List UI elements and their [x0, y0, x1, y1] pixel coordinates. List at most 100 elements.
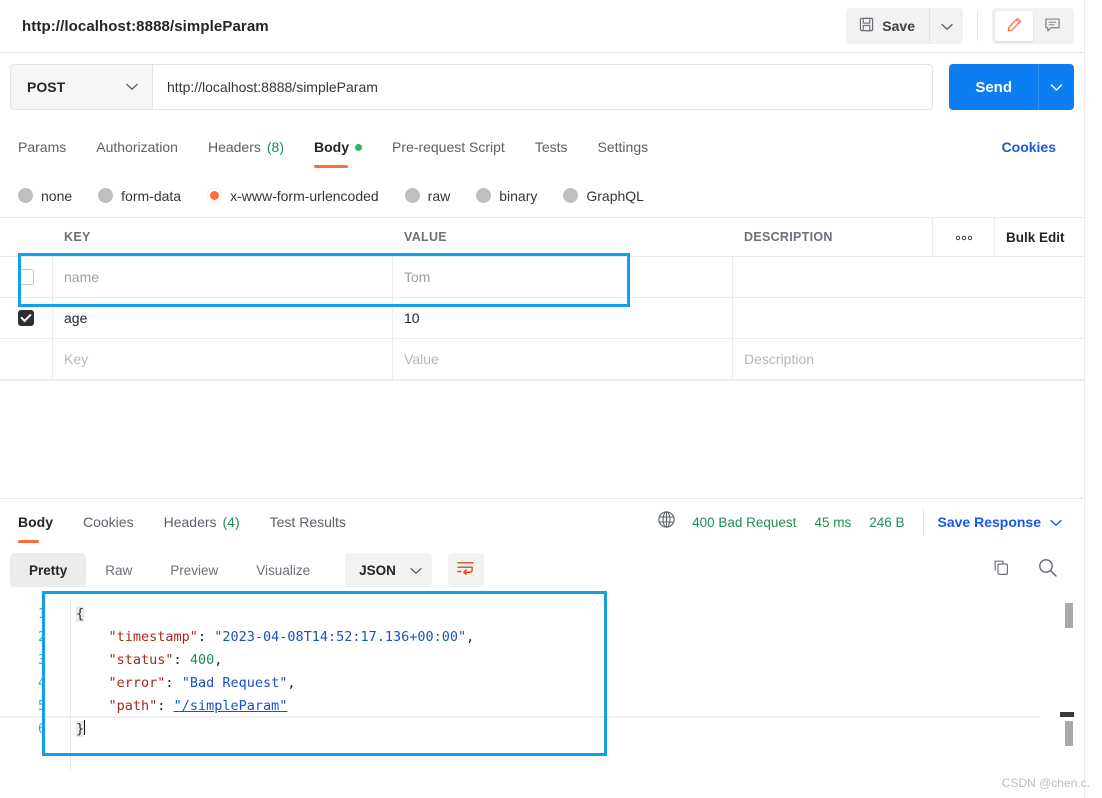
response-tab-test-results[interactable]: Test Results	[270, 501, 346, 543]
body-type-raw[interactable]: raw	[404, 188, 450, 204]
search-button[interactable]	[1037, 557, 1058, 583]
postman-window: http://localhost:8888/simpleParam Save P…	[0, 0, 1102, 798]
response-tab-body[interactable]: Body	[18, 501, 53, 543]
view-tab-pretty[interactable]: Pretty	[10, 553, 87, 587]
right-rail	[1084, 0, 1102, 798]
response-tab-headers[interactable]: Headers (4)	[164, 501, 240, 543]
new-row-value-cell[interactable]: Value	[393, 339, 733, 379]
tab-pre-request-script[interactable]: Pre-request Script	[392, 126, 505, 168]
tab-headers-count: (8)	[266, 139, 284, 155]
tab-settings-label: Settings	[597, 139, 649, 155]
column-header-value: VALUE	[404, 230, 447, 244]
body-type-binary[interactable]: binary	[476, 188, 537, 204]
send-button[interactable]: Send	[949, 64, 1038, 110]
json-separator: :	[165, 675, 182, 691]
tab-body-label: Body	[314, 139, 349, 155]
json-value-string: "Bad Request"	[181, 675, 288, 691]
body-type-form-data[interactable]: form-data	[98, 188, 181, 204]
titlebar-actions: Save	[846, 8, 1074, 44]
copy-button[interactable]	[991, 558, 1011, 583]
comment-button[interactable]	[1033, 11, 1071, 41]
row-description-cell[interactable]	[733, 257, 1084, 297]
radio-icon	[404, 188, 420, 203]
chevron-down-icon	[1050, 80, 1063, 95]
save-options-button[interactable]	[929, 8, 963, 44]
send-options-button[interactable]	[1038, 64, 1074, 110]
url-bar: POST http://localhost:8888/simpleParam S…	[0, 54, 1084, 120]
row-value-value: Tom	[404, 269, 431, 285]
new-row-value-placeholder: Value	[404, 351, 439, 367]
body-type-binary-label: binary	[499, 187, 538, 204]
row-value-cell[interactable]: Tom	[393, 257, 733, 297]
chevron-down-icon	[940, 19, 953, 34]
row-key-cell[interactable]: name	[53, 257, 393, 297]
http-method-select[interactable]: POST	[10, 64, 152, 110]
body-type-none[interactable]: none	[18, 188, 72, 204]
line-number: 3	[38, 653, 46, 668]
tab-tests[interactable]: Tests	[535, 126, 568, 168]
bulk-edit-button[interactable]: Bulk Edit	[994, 218, 1084, 256]
comment-icon	[1044, 17, 1061, 36]
line-number: 2	[38, 630, 46, 645]
word-wrap-button[interactable]	[447, 553, 484, 587]
json-separator: :	[173, 652, 190, 668]
body-params-table: KEY VALUE DESCRIPTION Bulk Edit name Tom…	[0, 218, 1084, 381]
tab-authorization[interactable]: Authorization	[96, 126, 178, 168]
response-tab-cookies[interactable]: Cookies	[83, 501, 134, 543]
line-number: 1	[38, 607, 46, 622]
header-description-cell: DESCRIPTION	[733, 218, 932, 256]
json-separator: :	[197, 629, 215, 645]
response-tab-headers-label: Headers	[163, 514, 217, 530]
tab-settings[interactable]: Settings	[598, 126, 649, 168]
response-scrollbar-horizontal[interactable]	[0, 716, 1040, 718]
save-response-button[interactable]: Save Response	[938, 514, 1073, 530]
cookies-link[interactable]: Cookies	[1002, 139, 1066, 155]
row-value-cell[interactable]: 10	[393, 298, 733, 338]
new-row-key-cell[interactable]: Key	[53, 339, 393, 379]
url-input[interactable]: http://localhost:8888/simpleParam	[152, 64, 934, 110]
response-json-code[interactable]: { "timestamp": "2023-04-08T14:52:17.136+…	[76, 603, 474, 741]
response-scrollbar-vertical[interactable]	[1063, 593, 1075, 781]
body-type-graphql[interactable]: GraphQL	[563, 188, 644, 204]
view-tab-visualize[interactable]: Visualize	[237, 553, 329, 587]
row-value-value: 10	[404, 310, 420, 326]
tab-headers[interactable]: Headers (8)	[208, 126, 284, 168]
row-key-value: name	[64, 269, 100, 285]
url-input-value: http://localhost:8888/simpleParam	[167, 79, 378, 95]
json-key: "path"	[108, 698, 158, 714]
save-button[interactable]: Save	[846, 8, 929, 44]
row-checkbox[interactable]	[18, 310, 34, 326]
table-new-row[interactable]: Key Value Description	[0, 339, 1084, 380]
row-key-value: age	[64, 310, 88, 326]
radio-icon-selected	[207, 188, 223, 203]
json-value-string: "2023-04-08T14:52:17.136+00:00"	[214, 629, 467, 645]
word-wrap-icon	[456, 560, 475, 581]
table-options-button[interactable]	[932, 218, 994, 256]
tab-body[interactable]: Body	[314, 126, 362, 168]
table-row[interactable]: name Tom	[0, 257, 1084, 298]
response-body-viewer[interactable]: 1 2 3 4 5 6 { "timestamp": "2023-04-08T1…	[0, 593, 1062, 781]
tab-params[interactable]: Params	[18, 126, 66, 168]
view-tab-raw[interactable]: Raw	[86, 553, 151, 587]
json-value-link[interactable]: "/simpleParam"	[174, 698, 288, 714]
table-row[interactable]: age 10	[0, 298, 1084, 339]
edit-pencil-button[interactable]	[995, 11, 1033, 41]
new-row-description-cell[interactable]: Description	[733, 339, 1084, 379]
tab-authorization-label: Authorization	[96, 139, 178, 155]
row-checkbox[interactable]	[18, 269, 34, 285]
view-tab-preview[interactable]: Preview	[151, 553, 237, 587]
body-type-x-www-form-urlencoded[interactable]: x-www-form-urlencoded	[207, 188, 379, 204]
globe-icon	[657, 510, 676, 534]
response-tab-test-results-label: Test Results	[269, 514, 346, 530]
json-key: "status"	[108, 652, 174, 668]
pencil-icon	[1006, 16, 1023, 36]
row-key-cell[interactable]: age	[53, 298, 393, 338]
toolbar-divider	[977, 11, 978, 41]
header-checkbox-cell	[0, 218, 53, 256]
row-description-cell[interactable]	[733, 298, 1084, 338]
scrollbar-thumb[interactable]	[1065, 603, 1073, 628]
chevron-down-icon	[410, 563, 422, 578]
scrollbar-thumb-secondary[interactable]	[1065, 721, 1073, 746]
response-format-select[interactable]: JSON	[345, 553, 432, 587]
view-mode-toggle	[992, 8, 1074, 44]
